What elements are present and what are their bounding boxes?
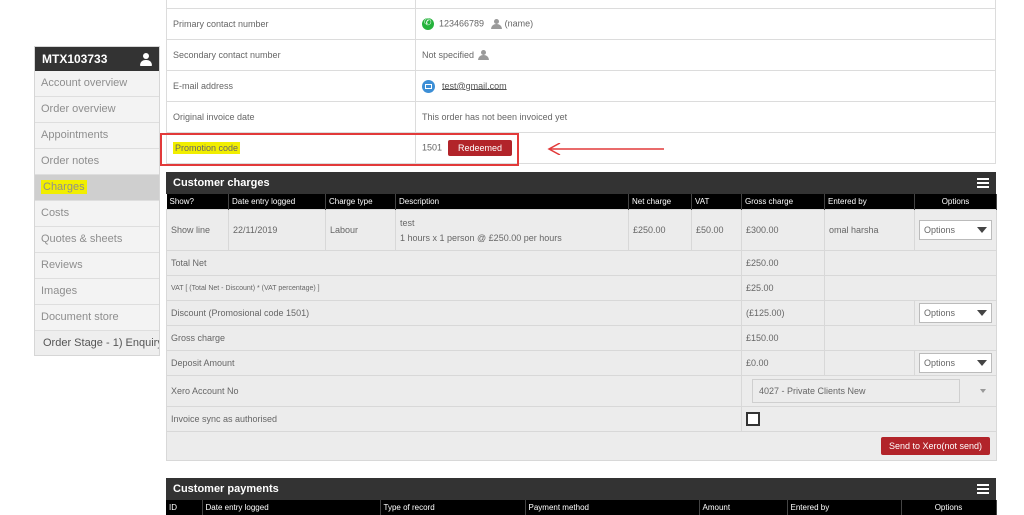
annotation-arrow-icon <box>547 143 664 155</box>
col-vat: VAT <box>691 194 742 210</box>
gross-charge-row: Gross charge £150.00 <box>166 325 997 351</box>
sidebar-item-order-overview[interactable]: Order overview <box>35 97 159 123</box>
email-value: test@gmail.com <box>415 70 996 102</box>
col-date: Date entry logged <box>228 194 326 210</box>
table-row: Show line 22/11/2019 Labour test 1 hours… <box>166 209 997 251</box>
row-entered-by: omal harsha <box>824 209 915 251</box>
col-options: Options <box>901 500 997 515</box>
sidebar-item-images[interactable]: Images <box>35 279 159 305</box>
invoice-date-value: This order has not been invoiced yet <box>415 101 996 133</box>
customer-payments-header: Customer payments <box>166 478 996 500</box>
col-description: Description <box>395 194 629 210</box>
customer-charges-table: Show? Date entry logged Charge type Desc… <box>166 194 997 461</box>
vat-row: VAT [ (Total Net - Discount) * (VAT perc… <box>166 275 997 301</box>
row-charge-type: Labour <box>325 209 396 251</box>
sidebar-item-charges[interactable]: Charges <box>35 175 159 201</box>
order-stage-selector[interactable]: Order Stage - 1) Enquiry <box>35 331 159 355</box>
sidebar-item-reviews[interactable]: Reviews <box>35 253 159 279</box>
discount-options-select[interactable]: Options <box>919 303 992 323</box>
secondary-contact-value: Not specified <box>415 39 996 71</box>
customer-charges-panel: Customer charges Show? Date entry logged… <box>166 172 997 461</box>
sidebar-item-document-store[interactable]: Document store <box>35 305 159 331</box>
col-amount: Amount <box>699 500 788 515</box>
payments-header-row: ID Date entry logged Type of record Paym… <box>166 500 997 515</box>
menu-icon[interactable] <box>977 178 989 188</box>
deposit-options-select[interactable]: Options <box>919 353 992 373</box>
col-payment-method: Payment method <box>525 500 700 515</box>
order-sidebar: MTX103733 Account overview Order overvie… <box>34 46 160 356</box>
xero-account-row: Xero Account No 4027 - Private Clients N… <box>166 375 997 407</box>
customer-payments-panel: Customer payments ID Date entry logged T… <box>166 478 997 515</box>
person-icon <box>490 19 502 29</box>
row-gross: £300.00 <box>741 209 825 251</box>
col-id: ID <box>166 500 203 515</box>
sidebar-item-costs[interactable]: Costs <box>35 201 159 227</box>
sidebar-item-account-overview[interactable]: Account overview <box>35 71 159 97</box>
col-entered-by: Entered by <box>824 194 915 210</box>
user-icon[interactable] <box>140 52 152 66</box>
xero-account-select[interactable]: 4027 - Private Clients New <box>746 379 992 403</box>
col-charge-type: Charge type <box>325 194 396 210</box>
send-to-xero-button[interactable]: Send to Xero(not send) <box>880 437 990 455</box>
col-gross-charge: Gross charge <box>741 194 825 210</box>
customer-payments-table: ID Date entry logged Type of record Paym… <box>166 500 997 515</box>
col-type-of-record: Type of record <box>380 500 526 515</box>
primary-contact-label: Primary contact number <box>166 8 416 40</box>
secondary-contact-label: Secondary contact number <box>166 39 416 71</box>
col-date: Date entry logged <box>202 500 381 515</box>
row-date: 22/11/2019 <box>228 209 326 251</box>
email-label: E-mail address <box>166 70 416 102</box>
chevron-down-icon <box>977 310 987 316</box>
customer-charges-header: Customer charges <box>166 172 996 194</box>
sidebar-header: MTX103733 <box>35 47 159 71</box>
invoice-sync-checkbox[interactable] <box>746 412 760 426</box>
sidebar-item-quotes-sheets[interactable]: Quotes & sheets <box>35 227 159 253</box>
invoice-sync-row: Invoice sync as authorised <box>166 406 997 432</box>
deposit-row: Deposit Amount £0.00 Options <box>166 350 997 376</box>
chevron-down-icon <box>977 227 987 233</box>
row-net: £250.00 <box>628 209 692 251</box>
discount-row: Discount (Promosional code 1501) (£125.0… <box>166 300 997 326</box>
row-options-cell: Options <box>914 209 997 251</box>
row-vat: £50.00 <box>691 209 742 251</box>
sidebar-item-appointments[interactable]: Appointments <box>35 123 159 149</box>
col-net-charge: Net charge <box>628 194 692 210</box>
customer-charges-title: Customer charges <box>173 177 270 189</box>
menu-icon[interactable] <box>977 484 989 494</box>
email-icon <box>422 79 435 93</box>
customer-payments-title: Customer payments <box>173 483 279 495</box>
order-id: MTX103733 <box>42 52 108 66</box>
person-icon <box>478 50 490 61</box>
whatsapp-icon <box>422 17 434 30</box>
sidebar-item-order-notes[interactable]: Order notes <box>35 149 159 175</box>
send-xero-row: Send to Xero(not send) <box>166 431 997 461</box>
annotation-highlight-box <box>160 133 519 166</box>
col-options: Options <box>914 194 997 210</box>
chevron-down-icon <box>977 360 987 366</box>
row-options-select[interactable]: Options <box>919 220 992 240</box>
chevron-down-icon <box>980 389 986 393</box>
col-entered-by: Entered by <box>787 500 902 515</box>
row-show: Show line <box>166 209 229 251</box>
col-show: Show? <box>166 194 229 210</box>
email-link[interactable]: test@gmail.com <box>442 80 507 90</box>
row-description: test 1 hours x 1 person @ £250.00 per ho… <box>395 209 629 251</box>
invoice-date-label: Original invoice date <box>166 101 416 133</box>
total-net-row: Total Net £250.00 <box>166 250 997 276</box>
primary-contact-value: 123466789 (name) <box>415 8 996 40</box>
charges-header-row: Show? Date entry logged Charge type Desc… <box>166 194 997 210</box>
